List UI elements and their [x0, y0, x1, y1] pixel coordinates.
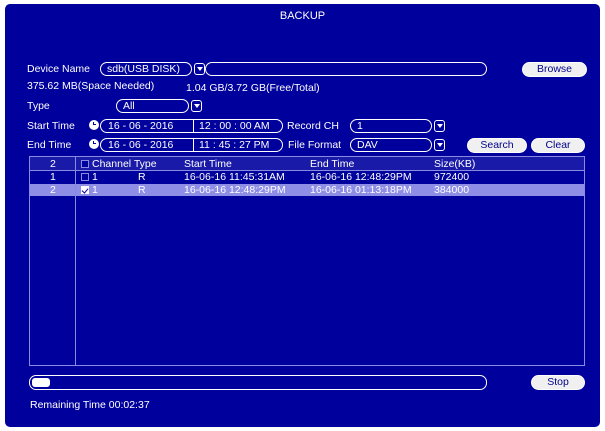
end-time-label: End Time: [27, 139, 72, 151]
file-format-label: File Format: [288, 139, 342, 151]
backup-progress-fill: [32, 378, 51, 387]
start-time-divider: [193, 120, 194, 132]
start-time-header: Start Time: [184, 158, 232, 170]
start-time-label: Start Time: [27, 120, 75, 132]
end-clock-icon[interactable]: [89, 139, 99, 149]
start-date-value[interactable]: 16 - 06 - 2016: [108, 120, 173, 132]
size-header: Size(KB): [434, 158, 476, 170]
record-ch-dropdown-arrow-icon[interactable]: [434, 120, 445, 132]
start-time-input[interactable]: 16 - 06 - 2016 12 : 00 : 00 AM: [100, 119, 283, 133]
row-index: 1: [50, 171, 56, 183]
end-time-divider: [193, 139, 194, 151]
space-needed-text: 375.62 MB(Space Needed): [27, 80, 155, 92]
search-button[interactable]: Search: [467, 138, 527, 153]
row-channel: 1: [92, 184, 98, 196]
end-date-value[interactable]: 16 - 06 - 2016: [108, 139, 173, 151]
row-end-time: 16-06-16 01:13:18PM: [310, 184, 412, 196]
select-all-checkbox[interactable]: [81, 160, 89, 168]
row-start-time: 16-06-16 11:45:31AM: [184, 171, 285, 183]
backup-path-field[interactable]: [205, 62, 487, 76]
backup-dialog: BACKUP Device Name sdb(USB DISK) Browse …: [5, 4, 600, 427]
clear-button[interactable]: Clear: [531, 138, 585, 153]
device-name-value: sdb(USB DISK): [107, 63, 180, 75]
row-type: R: [138, 184, 146, 196]
record-ch-label: Record CH: [287, 120, 339, 132]
row-start-time: 16-06-16 12:48:29PM: [184, 184, 286, 196]
row-checkbox[interactable]: [81, 173, 89, 181]
file-format-value: DAV: [357, 139, 378, 151]
row-end-time: 16-06-16 12:48:29PM: [310, 171, 412, 183]
row-size: 972400: [434, 171, 470, 183]
row-type: R: [138, 171, 146, 183]
remaining-time-text: Remaining Time 00:02:37: [30, 399, 150, 411]
type-select[interactable]: All: [116, 99, 189, 113]
device-dropdown-arrow-icon[interactable]: [194, 63, 205, 75]
table-header: 2 Channel Type Start Time End Time Size(…: [30, 157, 584, 171]
row-size: 384000: [434, 184, 470, 196]
type-dropdown-arrow-icon[interactable]: [191, 100, 202, 112]
row-channel: 1: [92, 171, 98, 183]
record-ch-select[interactable]: 1: [350, 119, 432, 133]
file-table: 2 Channel Type Start Time End Time Size(…: [29, 156, 585, 366]
start-clock-icon[interactable]: [89, 120, 99, 130]
channel-type-header: Channel Type: [92, 158, 157, 170]
row-checkbox-checked[interactable]: [81, 186, 89, 194]
dialog-title: BACKUP: [279, 10, 326, 22]
table-column-divider: [75, 157, 76, 365]
file-format-dropdown-arrow-icon[interactable]: [434, 139, 445, 151]
table-count-header: 2: [50, 158, 56, 170]
end-time-header: End Time: [310, 158, 355, 170]
stop-button[interactable]: Stop: [531, 375, 585, 390]
end-time-input[interactable]: 16 - 06 - 2016 11 : 45 : 27 PM: [100, 138, 283, 152]
type-value: All: [123, 100, 135, 112]
backup-progress-bar: [29, 375, 487, 390]
browse-button[interactable]: Browse: [522, 62, 587, 77]
device-name-select[interactable]: sdb(USB DISK): [100, 62, 192, 76]
start-clock-value[interactable]: 12 : 00 : 00 AM: [199, 120, 270, 132]
free-total-text: 1.04 GB/3.72 GB(Free/Total): [186, 82, 320, 94]
device-name-label: Device Name: [27, 63, 91, 75]
table-row-selected[interactable]: 2 1 R 16-06-16 12:48:29PM 16-06-16 01:13…: [30, 184, 584, 196]
record-ch-value: 1: [357, 120, 363, 132]
row-index: 2: [50, 184, 56, 196]
end-clock-value[interactable]: 11 : 45 : 27 PM: [199, 139, 269, 151]
type-label: Type: [27, 100, 50, 112]
table-row[interactable]: 1 1 R 16-06-16 11:45:31AM 16-06-16 12:48…: [30, 171, 584, 183]
file-format-select[interactable]: DAV: [350, 138, 432, 152]
